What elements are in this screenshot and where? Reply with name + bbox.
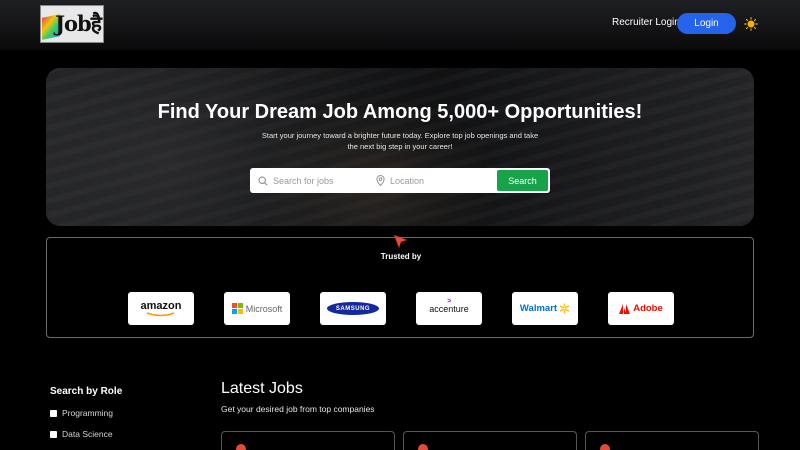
location-placeholder: Location — [390, 175, 425, 186]
search-icon — [258, 175, 268, 186]
role-filter-data-science[interactable]: Data Science — [50, 429, 113, 439]
accenture-mark-icon: > — [447, 297, 452, 305]
accenture-logo-text: accenture — [429, 303, 469, 314]
amazon-logo-text: amazon — [140, 300, 182, 312]
trusted-by-section: Trusted by amazon Microsoft SAMSUNG > ac… — [46, 237, 754, 338]
adobe-logo-text: Adobe — [633, 303, 663, 314]
search-button[interactable]: Search — [497, 170, 548, 191]
site-logo[interactable]: Jobहै — [40, 5, 104, 43]
walmart-spark-icon — [559, 303, 570, 314]
company-logo-icon — [600, 444, 610, 450]
brand-adobe: Adobe — [608, 292, 674, 325]
job-search-input[interactable]: Search for jobs — [258, 168, 376, 193]
microsoft-logo-text: Microsoft — [245, 303, 283, 314]
brand-microsoft: Microsoft — [224, 292, 290, 325]
job-card[interactable] — [585, 431, 759, 450]
hero-banner: Find Your Dream Job Among 5,000+ Opportu… — [46, 68, 754, 226]
samsung-logo-text: SAMSUNG — [335, 305, 371, 312]
top-nav: Jobहै Recruiter Login Login — [0, 0, 800, 50]
company-logo-icon — [236, 444, 246, 450]
role-label: Programming — [62, 408, 114, 418]
search-by-role-title: Search by Role — [50, 386, 123, 397]
brand-amazon: amazon — [128, 292, 194, 325]
job-search-bar: Search for jobs Location Search — [250, 168, 550, 193]
role-filter-programming[interactable]: Programming — [50, 408, 113, 418]
brand-samsung: SAMSUNG — [320, 292, 386, 325]
brand-walmart: Walmart — [512, 292, 578, 325]
job-card[interactable] — [221, 431, 395, 450]
microsoft-logo-icon — [231, 303, 243, 314]
location-pin-icon — [376, 175, 385, 186]
trusted-by-title: Trusted by — [380, 252, 422, 261]
checkbox[interactable] — [50, 430, 57, 438]
hero-subtitle: Start your journey toward a brighter fut… — [261, 131, 539, 151]
latest-jobs-subtitle: Get your desired job from top companies — [221, 404, 375, 414]
role-label: Data Science — [62, 429, 113, 439]
job-card[interactable] — [403, 431, 577, 450]
samsung-logo-oval: SAMSUNG — [327, 302, 379, 315]
search-placeholder: Search for jobs — [273, 175, 334, 186]
latest-jobs-title: Latest Jobs — [221, 380, 303, 397]
checkbox[interactable] — [50, 409, 57, 417]
brand-accenture: > accenture — [416, 292, 482, 325]
location-input[interactable]: Location — [376, 168, 494, 193]
logo-text: Jobहै — [55, 11, 102, 36]
hero-title: Find Your Dream Job Among 5,000+ Opportu… — [157, 101, 643, 123]
sun-icon[interactable] — [744, 17, 758, 31]
login-button[interactable]: Login — [677, 13, 736, 34]
adobe-logo-icon — [619, 303, 631, 314]
walmart-logo-text: Walmart — [519, 303, 558, 314]
recruiter-login-link[interactable]: Recruiter Login — [612, 17, 680, 28]
amazon-smile-icon — [146, 312, 175, 317]
company-logo-icon — [418, 444, 428, 450]
